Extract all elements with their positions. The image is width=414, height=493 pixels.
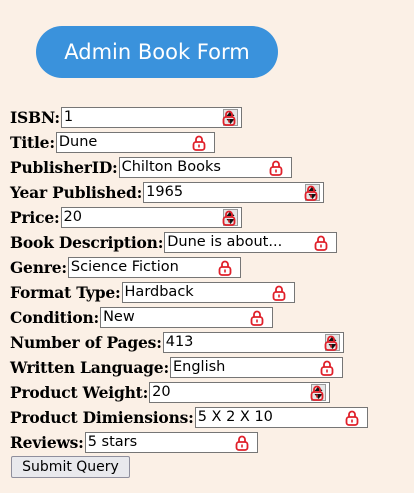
condition-label: Condition: [10, 308, 100, 327]
page-title-button[interactable]: Admin Book Form [36, 26, 278, 78]
lock-icon[interactable] [222, 110, 236, 126]
genre-row: Genre: Science Fiction [10, 255, 241, 280]
book-description-label: Book Description: [10, 233, 164, 252]
lock-icon[interactable] [250, 310, 264, 326]
genre-input[interactable]: Science Fiction [67, 257, 241, 278]
product-dimensions-value: 5 X 2 X 10 [197, 409, 273, 425]
written-language-value: English [173, 359, 226, 375]
isbn-row: ISBN: 1 [10, 105, 242, 130]
isbn-input[interactable]: 1 [60, 107, 242, 128]
reviews-input[interactable]: 5 stars [84, 432, 258, 453]
book-description-value: Dune is about... [167, 234, 283, 250]
lock-icon[interactable] [314, 235, 328, 251]
product-dimensions-label: Product Dimiensions: [10, 408, 194, 427]
reviews-label: Reviews: [10, 433, 84, 452]
lock-icon[interactable] [320, 360, 334, 376]
product-weight-input[interactable]: 20 [149, 382, 331, 403]
written-language-label: Written Language: [10, 358, 169, 377]
title-value: Dune [58, 134, 98, 150]
number-of-pages-label: Number of Pages: [10, 333, 162, 352]
publisher-id-input[interactable]: Chilton Books [118, 157, 292, 178]
format-type-label: Format Type: [10, 283, 121, 302]
lock-icon[interactable] [304, 185, 318, 201]
genre-value: Science Fiction [70, 259, 179, 275]
condition-input[interactable]: New [100, 307, 274, 328]
lock-icon[interactable] [272, 285, 286, 301]
publisher-id-label: PublisherID: [10, 158, 118, 177]
title-row: Title: Dune [10, 130, 215, 155]
year-published-input[interactable]: 1965 [143, 182, 325, 203]
format-type-value: Hardback [124, 284, 194, 300]
year-published-label: Year Published: [10, 183, 143, 202]
reviews-value: 5 stars [87, 434, 138, 450]
price-value: 20 [63, 209, 82, 225]
reviews-row: Reviews: 5 stars [10, 430, 258, 455]
isbn-value: 1 [63, 109, 74, 125]
product-dimensions-row: Product Dimiensions: 5 X 2 X 10 [10, 405, 368, 430]
number-of-pages-row: Number of Pages: 413 [10, 330, 344, 355]
publisher-id-value: Chilton Books [121, 159, 221, 175]
price-row: Price: 20 [10, 205, 242, 230]
product-dimensions-input[interactable]: 5 X 2 X 10 [194, 407, 368, 428]
format-type-row: Format Type: Hardback [10, 280, 295, 305]
lock-icon[interactable] [310, 385, 324, 401]
condition-row: Condition: New [10, 305, 274, 330]
isbn-label: ISBN: [10, 108, 60, 127]
lock-icon[interactable] [324, 335, 338, 351]
written-language-input[interactable]: English [170, 357, 343, 378]
product-weight-row: Product Weight: 20 [10, 380, 331, 405]
lock-icon[interactable] [222, 210, 236, 226]
written-language-row: Written Language: English [10, 355, 343, 380]
number-of-pages-value: 413 [165, 334, 194, 350]
lock-icon[interactable] [192, 135, 206, 151]
product-weight-label: Product Weight: [10, 383, 149, 402]
lock-icon[interactable] [218, 260, 232, 276]
submit-button[interactable]: Submit Query [11, 456, 130, 478]
format-type-input[interactable]: Hardback [121, 282, 295, 303]
price-label: Price: [10, 208, 60, 227]
title-label: Title: [10, 133, 55, 152]
lock-icon[interactable] [345, 410, 359, 426]
price-input[interactable]: 20 [60, 207, 242, 228]
condition-value: New [103, 309, 135, 325]
year-published-value: 1965 [146, 184, 184, 200]
year-published-row: Year Published: 1965 [10, 180, 325, 205]
product-weight-value: 20 [152, 384, 171, 400]
title-input[interactable]: Dune [55, 132, 215, 153]
number-of-pages-input[interactable]: 413 [162, 332, 344, 353]
book-description-input[interactable]: Dune is about... [164, 232, 338, 253]
lock-icon[interactable] [269, 160, 283, 176]
book-description-row: Book Description: Dune is about... [10, 230, 338, 255]
lock-icon[interactable] [235, 435, 249, 451]
genre-label: Genre: [10, 258, 67, 277]
publisher-id-row: PublisherID: Chilton Books [10, 155, 292, 180]
